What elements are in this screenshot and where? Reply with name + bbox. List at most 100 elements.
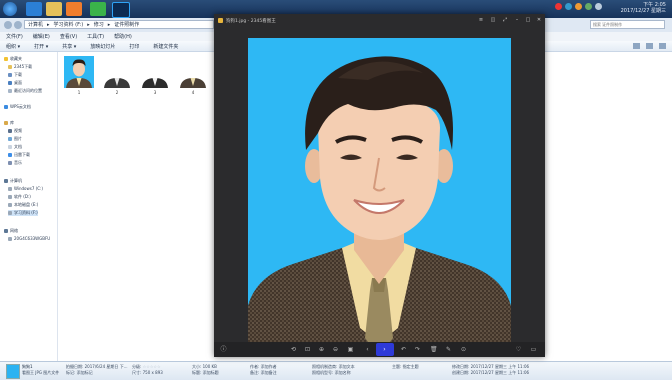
organize-button[interactable]: 组织 ▾ bbox=[6, 43, 20, 50]
view-controls bbox=[633, 43, 666, 49]
help-icon[interactable] bbox=[659, 43, 666, 49]
rotate-ccw-icon[interactable]: ↶ bbox=[400, 346, 407, 353]
file-thumbnail[interactable] bbox=[102, 56, 132, 88]
breadcrumb-item[interactable]: 计算机 bbox=[28, 21, 43, 28]
viewer-title-bar[interactable]: 狗狗1.jpg - 2345看图王 ≡ ◫ ⤢ – □ ✕ bbox=[214, 14, 545, 28]
nav-drive-d[interactable]: 软件 (D:) bbox=[8, 194, 31, 200]
detail-value: 100 KB bbox=[202, 364, 217, 369]
nav-network[interactable]: 网络 bbox=[4, 228, 18, 234]
clock[interactable]: 下午 2:05 2017/12/27 星期三 bbox=[621, 2, 666, 14]
fit-window-icon[interactable]: ▣ bbox=[347, 346, 354, 353]
nav-drive-f[interactable]: 学习资料 (F:) bbox=[8, 210, 38, 216]
menu-edit[interactable]: 编辑(E) bbox=[33, 33, 50, 40]
close-icon[interactable]: ✕ bbox=[536, 17, 542, 23]
back-button[interactable] bbox=[4, 21, 12, 29]
detail-value[interactable]: 添加标题 bbox=[203, 370, 219, 375]
rotate-cw-icon[interactable]: ↷ bbox=[414, 346, 421, 353]
green-app-icon[interactable] bbox=[90, 2, 106, 16]
tray-app-icon[interactable] bbox=[575, 3, 582, 10]
navigation-pane: 收藏夹 2345下载 下载 桌面 最近访问的位置 WPS云文档 库 视频 图片 … bbox=[0, 52, 58, 361]
address-bar[interactable]: 计算机 ▸ 学习资料 (F:) ▸ 修习 ▸ 证件照制作 bbox=[24, 20, 214, 29]
zoom-out-icon[interactable]: ⊖ bbox=[332, 346, 339, 353]
file-thumbnail[interactable] bbox=[178, 56, 208, 88]
print-button[interactable]: 打印 bbox=[129, 43, 139, 50]
nav-drive-c[interactable]: Windows7 (C:) bbox=[8, 186, 43, 191]
actual-size-icon[interactable]: ⊡ bbox=[304, 346, 311, 353]
slideshow-button[interactable]: 放映幻灯片 bbox=[90, 43, 115, 50]
nav-item-2345download[interactable]: 2345下载 bbox=[8, 64, 32, 70]
skin-icon[interactable]: ◫ bbox=[490, 17, 496, 23]
delete-icon[interactable]: 🗑 bbox=[430, 346, 438, 353]
nav-item-documents[interactable]: 文档 bbox=[8, 144, 22, 150]
menu-view[interactable]: 查看(V) bbox=[60, 33, 77, 40]
nav-libraries[interactable]: 库 bbox=[4, 120, 14, 126]
rating-stars[interactable]: ☆☆☆☆☆ bbox=[143, 364, 161, 369]
tray-app-icon[interactable] bbox=[555, 3, 562, 10]
detail-value[interactable]: 添加备注 bbox=[261, 370, 277, 375]
nav-item-videos[interactable]: 视频 bbox=[8, 128, 22, 134]
breadcrumb-item[interactable]: 学习资料 (F:) bbox=[54, 21, 84, 28]
zoom-in-icon[interactable]: ⊕ bbox=[318, 346, 325, 353]
detail-value[interactable]: 添加标记 bbox=[77, 370, 93, 375]
nav-item-download[interactable]: 下载 bbox=[8, 72, 22, 78]
minimize-icon[interactable]: – bbox=[514, 17, 520, 23]
new-folder-button[interactable]: 新建文件夹 bbox=[153, 43, 178, 50]
detail-value[interactable]: 2017/6/24 星期日 下... bbox=[85, 364, 128, 369]
view-options-icon[interactable] bbox=[633, 43, 640, 49]
nav-item-thunder[interactable]: 迅雷下载 bbox=[8, 152, 30, 158]
favorite-icon[interactable]: ♡ bbox=[515, 346, 522, 353]
detail-value[interactable]: 指定主题 bbox=[403, 364, 419, 369]
file-thumbnail[interactable] bbox=[140, 56, 170, 88]
info-icon[interactable]: ⓘ bbox=[220, 346, 227, 353]
folder-open-icon[interactable]: ▭ bbox=[530, 346, 537, 353]
nav-item-wps[interactable]: WPS云文档 bbox=[4, 104, 31, 110]
menu-icon[interactable]: ≡ bbox=[478, 17, 484, 23]
nav-favorites[interactable]: 收藏夹 bbox=[4, 56, 22, 62]
file-name[interactable]: 3 bbox=[140, 90, 170, 95]
search-input[interactable] bbox=[590, 20, 665, 29]
detail-label: 修改日期: bbox=[452, 364, 470, 369]
nav-item-desktop[interactable]: 桌面 bbox=[8, 80, 22, 86]
breadcrumb-item[interactable]: 修习 bbox=[94, 21, 104, 28]
file-name[interactable]: 1 bbox=[64, 90, 94, 95]
edit-icon[interactable]: ✎ bbox=[445, 346, 452, 353]
start-button[interactable] bbox=[3, 2, 17, 16]
nav-drive-e[interactable]: 本地磁盘 (E:) bbox=[8, 202, 38, 208]
menu-help[interactable]: 帮助(H) bbox=[114, 33, 132, 40]
nav-item-recent[interactable]: 最近访问的位置 bbox=[8, 88, 42, 94]
thunder-icon bbox=[8, 153, 12, 157]
next-icon[interactable]: › bbox=[381, 346, 388, 353]
nav-network-pc[interactable]: 20G4C633WGBFU bbox=[8, 236, 50, 241]
detail-value[interactable]: 添加名称 bbox=[335, 370, 351, 375]
nav-computer[interactable]: 计算机 bbox=[4, 178, 22, 184]
menu-file[interactable]: 文件(F) bbox=[6, 33, 23, 40]
file-name[interactable]: 2 bbox=[102, 90, 132, 95]
photoshop-icon[interactable] bbox=[112, 2, 130, 18]
tray-app-icon[interactable] bbox=[565, 3, 572, 10]
nav-label: 桌面 bbox=[14, 80, 22, 85]
file-name[interactable]: 4 bbox=[178, 90, 208, 95]
nav-item-pictures[interactable]: 图片 bbox=[8, 136, 22, 142]
file-thumbnail[interactable] bbox=[64, 56, 94, 88]
share-button[interactable]: 共享 ▾ bbox=[62, 43, 76, 50]
preview-pane-icon[interactable] bbox=[646, 43, 653, 49]
fullscreen-icon[interactable]: ⤢ bbox=[502, 17, 508, 23]
more-icon[interactable]: ⊙ bbox=[460, 346, 467, 353]
tray-app-icon[interactable] bbox=[585, 3, 592, 10]
breadcrumb-item[interactable]: 证件照制作 bbox=[114, 21, 139, 28]
browser-icon[interactable] bbox=[26, 2, 42, 16]
nav-label: 学习资料 (F:) bbox=[14, 210, 38, 215]
volume-icon[interactable] bbox=[595, 3, 602, 10]
open-button[interactable]: 打开 ▾ bbox=[34, 43, 48, 50]
detail-value[interactable]: 添加作者 bbox=[261, 364, 277, 369]
forward-button[interactable] bbox=[14, 21, 22, 29]
nav-label: 网络 bbox=[10, 228, 18, 233]
media-player-icon[interactable] bbox=[66, 2, 82, 16]
maximize-icon[interactable]: □ bbox=[525, 17, 531, 23]
rotate-left-icon[interactable]: ⟲ bbox=[290, 346, 297, 353]
detail-value[interactable]: 添加文本 bbox=[339, 364, 355, 369]
folder-icon[interactable] bbox=[46, 2, 62, 16]
previous-icon[interactable]: ‹ bbox=[364, 346, 371, 353]
menu-tools[interactable]: 工具(T) bbox=[87, 33, 104, 40]
nav-item-music[interactable]: 音乐 bbox=[8, 160, 22, 166]
